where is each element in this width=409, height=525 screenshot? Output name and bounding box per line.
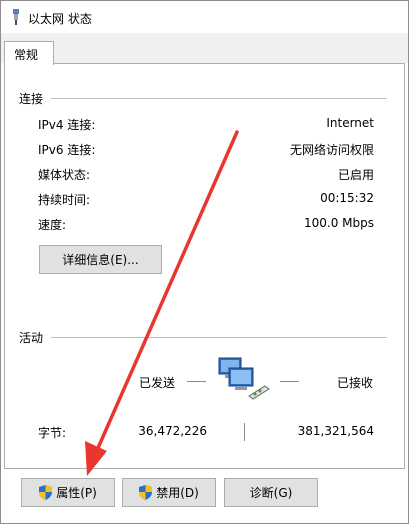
received-dash xyxy=(280,381,299,382)
properties-button-label: 属性(P) xyxy=(56,486,97,500)
activity-group-label: 活动 xyxy=(19,331,44,345)
diagnose-button[interactable]: 诊断(G) xyxy=(224,478,318,507)
ipv4-label: IPv4 连接: xyxy=(38,118,96,132)
duration-value: 00:15:32 xyxy=(320,191,374,205)
ipv6-label: IPv6 连接: xyxy=(38,143,96,157)
uac-shield-icon xyxy=(139,485,153,500)
tab-strip xyxy=(1,33,408,63)
activity-group-line xyxy=(51,337,387,338)
status-window: 以太网 状态 常规 连接 IPv4 连接: Internet IPv6 连接: … xyxy=(0,0,409,524)
ipv4-value: Internet xyxy=(326,116,374,130)
network-computers-icon xyxy=(218,357,270,400)
diagnose-button-label: 诊断(G) xyxy=(249,486,293,500)
window-title: 以太网 状态 xyxy=(28,12,92,26)
disable-button[interactable]: 禁用(D) xyxy=(122,478,216,507)
sent-dash xyxy=(187,381,206,382)
details-button-label: 详细信息(E)... xyxy=(62,253,139,267)
properties-button-content: 属性(P) xyxy=(22,479,114,506)
bytes-label: 字节: xyxy=(38,426,67,440)
duration-label: 持续时间: xyxy=(38,193,91,207)
bytes-divider xyxy=(244,423,245,441)
received-label: 已接收 xyxy=(337,376,374,390)
sent-label: 已发送 xyxy=(139,376,176,390)
bytes-sent-value: 36,472,226 xyxy=(138,424,207,438)
media-state-value: 已启用 xyxy=(337,168,374,182)
tab-general[interactable]: 常规 xyxy=(4,41,54,65)
disable-button-content: 禁用(D) xyxy=(123,479,215,506)
connection-group-label: 连接 xyxy=(19,92,44,106)
network-cable-icon xyxy=(13,9,19,25)
bytes-received-value: 381,321,564 xyxy=(297,424,374,438)
title-bar: 以太网 状态 xyxy=(1,1,408,33)
connection-group-line xyxy=(51,98,387,99)
speed-value: 100.0 Mbps xyxy=(303,216,374,230)
speed-label: 速度: xyxy=(38,218,67,232)
ipv6-value: 无网络访问权限 xyxy=(289,143,374,157)
uac-shield-icon xyxy=(39,485,53,500)
media-state-label: 媒体状态: xyxy=(38,168,91,182)
properties-button[interactable]: 属性(P) xyxy=(21,478,115,507)
tab-general-label: 常规 xyxy=(14,48,39,62)
details-button[interactable]: 详细信息(E)... xyxy=(39,245,162,274)
disable-button-label: 禁用(D) xyxy=(156,486,199,500)
